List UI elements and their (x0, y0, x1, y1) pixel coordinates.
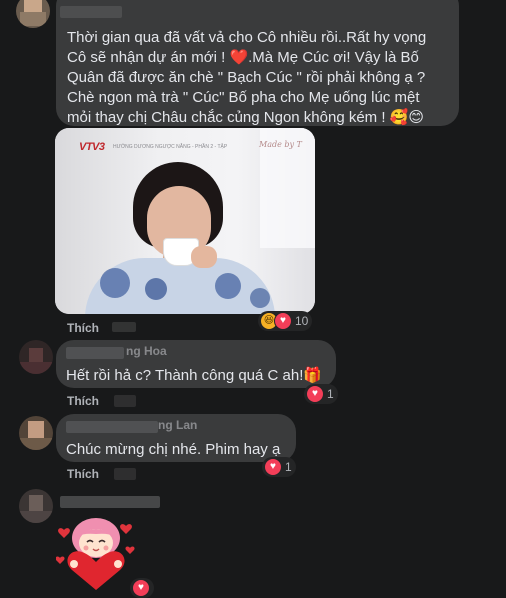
blurred-fragment (114, 395, 136, 407)
commenter-name-blurred (66, 347, 124, 359)
reaction-count[interactable]: ♥ 1 (262, 457, 296, 477)
reaction-number: 10 (295, 314, 309, 328)
blurred-fragment (112, 322, 136, 332)
avatar[interactable] (16, 0, 50, 28)
commenter-name-blurred (60, 6, 122, 18)
heart-icon: ♥ (132, 579, 150, 597)
comment-line: Quân đã được ăn chè " Bạch Cúc " rồi phả… (67, 69, 426, 86)
like-button[interactable]: Thích (67, 467, 99, 481)
heart-icon: ♥ (264, 458, 282, 476)
reaction-number: 1 (285, 460, 292, 474)
heart-icon: ♥ (306, 385, 324, 403)
comment-line: Cô sẽ nhận dự án mới ! ❤️.Mà Mẹ Cúc ơi! … (67, 49, 419, 66)
reaction-number: 1 (327, 387, 334, 401)
blurred-fragment (114, 468, 136, 480)
attached-image[interactable]: VTV3 HƯỚNG DƯƠNG NGƯỢC NẮNG - PHẦN 2 - T… (55, 128, 315, 314)
avatar[interactable] (19, 489, 53, 523)
commenter-name-blurred (66, 421, 158, 433)
reaction-count[interactable]: 😆 ♥ 10 (258, 311, 313, 331)
heart-hug-sticker (55, 516, 136, 591)
heart-icon: ♥ (274, 312, 292, 330)
comment-line: Thời gian qua đã vất vả cho Cô nhiều rồi… (67, 29, 427, 46)
comment-text: Hết rồi hả c? Thành công quá C ah!🎁 (66, 367, 323, 384)
avatar[interactable] (19, 340, 53, 374)
commenter-name-fragment[interactable]: ng Lan (158, 418, 197, 432)
comment-line: Chè ngon mà trà " Cúc" Bố pha cho Mẹ uốn… (67, 89, 420, 106)
commenter-name-blurred (60, 496, 160, 508)
video-caption: HƯỚNG DƯƠNG NGƯỢC NẮNG - PHẦN 2 - TẬP (113, 144, 228, 150)
comment-line: mỏi thay chị Châu chắc củng Ngon không k… (67, 109, 424, 126)
reaction-count[interactable]: ♥ 1 (304, 384, 338, 404)
like-button[interactable]: Thích (67, 321, 99, 335)
avatar[interactable] (19, 416, 53, 450)
comment-text: Chúc mừng chị nhé. Phim hay ạ (66, 441, 281, 458)
reaction-count[interactable]: ♥ (130, 578, 154, 598)
commenter-name-fragment[interactable]: ng Hoa (126, 344, 167, 358)
channel-logo: VTV3 (79, 141, 105, 153)
watermark: Made by T (259, 140, 302, 149)
like-button[interactable]: Thích (67, 394, 99, 408)
comment-text: Thời gian qua đã vất vả cho Cô nhiều rồi… (67, 28, 426, 128)
